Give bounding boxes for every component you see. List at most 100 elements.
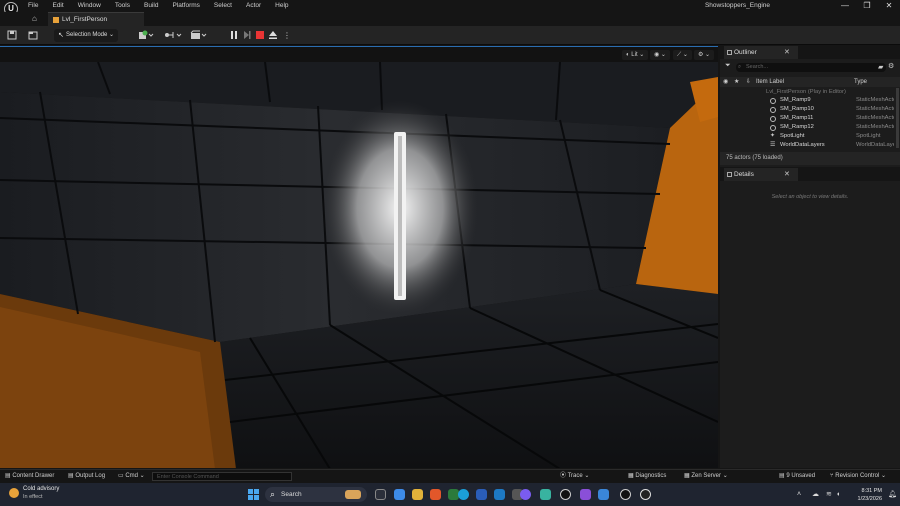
- actor-name: SM_Ramp12: [780, 124, 814, 130]
- project-name: Showstoppers_Engine: [704, 2, 770, 9]
- search-icon: ⌕: [738, 64, 742, 70]
- main-menu: File Edit Window Tools Build Platforms S…: [28, 0, 303, 12]
- menu-help[interactable]: Help: [275, 0, 288, 12]
- details-title: Details: [734, 171, 754, 178]
- app-icon[interactable]: [598, 489, 609, 500]
- maximize-button[interactable]: ❐: [856, 0, 878, 12]
- zen-server-dropdown[interactable]: ▦ Zen Server ⌄: [684, 470, 728, 483]
- cmd-dropdown[interactable]: ▭ Cmd ⌄: [118, 470, 145, 483]
- minimize-button[interactable]: —: [834, 0, 856, 12]
- menu-build[interactable]: Build: [144, 0, 158, 12]
- trace-label: Trace: [567, 473, 583, 479]
- taskbar-search-label: Search: [281, 491, 302, 498]
- close-icon[interactable]: ✕: [784, 168, 790, 181]
- add-actor-icon[interactable]: [138, 30, 154, 41]
- more-options-icon[interactable]: ⋮: [283, 30, 291, 41]
- step-forward-icon[interactable]: [242, 30, 252, 40]
- pin-icon[interactable]: ★: [734, 77, 739, 87]
- outliner-search-input[interactable]: ⌕ Search...: [736, 63, 886, 72]
- weather-line2: In effect: [23, 494, 43, 500]
- list-item[interactable]: SM_Ramp10 StaticMeshActor: [720, 105, 895, 114]
- menu-edit[interactable]: Edit: [52, 0, 63, 12]
- github-icon[interactable]: [640, 489, 651, 500]
- edge-icon[interactable]: [458, 489, 469, 500]
- app-icon[interactable]: [540, 489, 551, 500]
- tab-level-label: Lvl_FirstPerson: [62, 16, 108, 23]
- list-item[interactable]: SM_Ramp9 StaticMeshActor: [720, 96, 895, 105]
- list-item[interactable]: ✦ SpotLight SpotLight: [720, 132, 895, 141]
- diagnostics-button[interactable]: ▦ Diagnostics: [628, 470, 666, 483]
- save-icon[interactable]: [7, 30, 17, 41]
- outliner-icon: [727, 50, 732, 55]
- task-view-icon[interactable]: [375, 489, 386, 500]
- list-item[interactable]: SM_Ramp11 StaticMeshActor: [720, 114, 895, 123]
- menu-tools[interactable]: Tools: [115, 0, 130, 12]
- taskbar-search[interactable]: Search: [265, 487, 367, 502]
- view-mode-button[interactable]: ◐ Lit ⌄: [622, 50, 649, 60]
- outliner-scrollbar[interactable]: [896, 88, 899, 148]
- sort-icon[interactable]: ⇩: [746, 77, 751, 87]
- photos-icon[interactable]: [394, 489, 405, 500]
- menu-window[interactable]: Window: [78, 0, 101, 12]
- volume-icon[interactable]: ◖: [836, 483, 840, 506]
- menu-platforms[interactable]: Platforms: [172, 0, 199, 12]
- settings-icon[interactable]: ⚙: [888, 62, 894, 70]
- details-tab[interactable]: Details ✕: [720, 168, 900, 181]
- brave-browser-icon[interactable]: [430, 489, 441, 500]
- pause-icon[interactable]: [229, 30, 239, 40]
- menu-select[interactable]: Select: [214, 0, 232, 12]
- level-viewport[interactable]: ◐ Lit ⌄ ◉ ⌄ ⟋ ⌄ ⚙ ⌄: [0, 46, 718, 468]
- stop-icon[interactable]: [255, 30, 265, 40]
- status-bar: ▤ Content Drawer ▤ Output Log ▭ Cmd ⌄ En…: [0, 469, 900, 483]
- actor-type: StaticMeshActor: [856, 97, 894, 103]
- outliner-tab[interactable]: Outliner ✕: [720, 46, 900, 59]
- filter-icon[interactable]: ⏷: [725, 62, 731, 70]
- system-clock[interactable]: 8:31 PM 1/23/2026: [846, 487, 882, 503]
- eject-icon[interactable]: [268, 30, 278, 40]
- visibility-icon[interactable]: ◉: [723, 77, 728, 87]
- notification-bell-icon[interactable]: 🔔︎: [888, 483, 897, 506]
- details-empty-hint: Select an object to view details.: [771, 194, 849, 200]
- console-command-input[interactable]: Enter Console Command: [152, 472, 292, 481]
- col-type[interactable]: Type: [854, 77, 867, 87]
- output-log-label: Output Log: [75, 473, 106, 479]
- discord-icon[interactable]: [520, 489, 531, 500]
- viewport-settings-button[interactable]: ⚙ ⌄: [694, 50, 715, 60]
- chevron-up-icon[interactable]: ˄: [797, 483, 801, 506]
- blueprint-icon[interactable]: [164, 30, 182, 41]
- show-flags-button[interactable]: ◉ ⌄: [650, 50, 670, 60]
- close-window-button[interactable]: ✕: [878, 0, 900, 12]
- unreal-editor-icon[interactable]: [620, 489, 631, 500]
- static-mesh-icon: [770, 107, 776, 113]
- unsaved-button[interactable]: ▤ 9 Unsaved: [779, 470, 815, 483]
- start-icon[interactable]: [248, 489, 259, 500]
- viewport-toolbar: ◐ Lit ⌄ ◉ ⌄ ⟋ ⌄ ⚙ ⌄: [0, 47, 718, 62]
- details-panel: Details ✕ Select an object to view detai…: [720, 168, 900, 468]
- wifi-icon[interactable]: ≋: [826, 483, 832, 506]
- trace-dropdown[interactable]: ⦿ Trace ⌄: [560, 470, 589, 483]
- file-explorer-icon[interactable]: [412, 489, 423, 500]
- unreal-engine-icon[interactable]: [560, 489, 571, 500]
- output-log-button[interactable]: ▤ Output Log: [68, 470, 105, 483]
- home-icon[interactable]: ⌂: [32, 12, 37, 26]
- mail-icon[interactable]: [494, 489, 505, 500]
- gear-icon: ⚙: [698, 52, 704, 58]
- revision-control-button[interactable]: ⑂ Revision Control ⌄: [830, 470, 886, 483]
- content-browser-icon[interactable]: [28, 30, 38, 41]
- list-item[interactable]: ☰ WorldDataLayers WorldDataLayers: [720, 141, 895, 150]
- menu-actor[interactable]: Actor: [246, 0, 261, 12]
- transform-tools-button[interactable]: ⟋ ⌄: [673, 50, 692, 60]
- cloud-icon[interactable]: ☁: [812, 483, 819, 506]
- menu-file[interactable]: File: [28, 0, 38, 12]
- close-icon[interactable]: ✕: [784, 46, 790, 59]
- selection-mode-dropdown[interactable]: Selection Mode ⌄: [54, 29, 118, 42]
- store-icon[interactable]: [476, 489, 487, 500]
- cinematics-icon[interactable]: [190, 30, 208, 41]
- tab-level[interactable]: Lvl_FirstPerson: [48, 12, 144, 26]
- col-item-label[interactable]: Item Label: [756, 77, 784, 87]
- weather-alert-icon: [9, 488, 19, 498]
- visual-studio-icon[interactable]: [580, 489, 591, 500]
- folder-icon[interactable]: ▰: [878, 63, 883, 71]
- list-item[interactable]: SM_Ramp12 StaticMeshActor: [720, 123, 895, 132]
- content-drawer-button[interactable]: ▤ Content Drawer: [5, 470, 54, 483]
